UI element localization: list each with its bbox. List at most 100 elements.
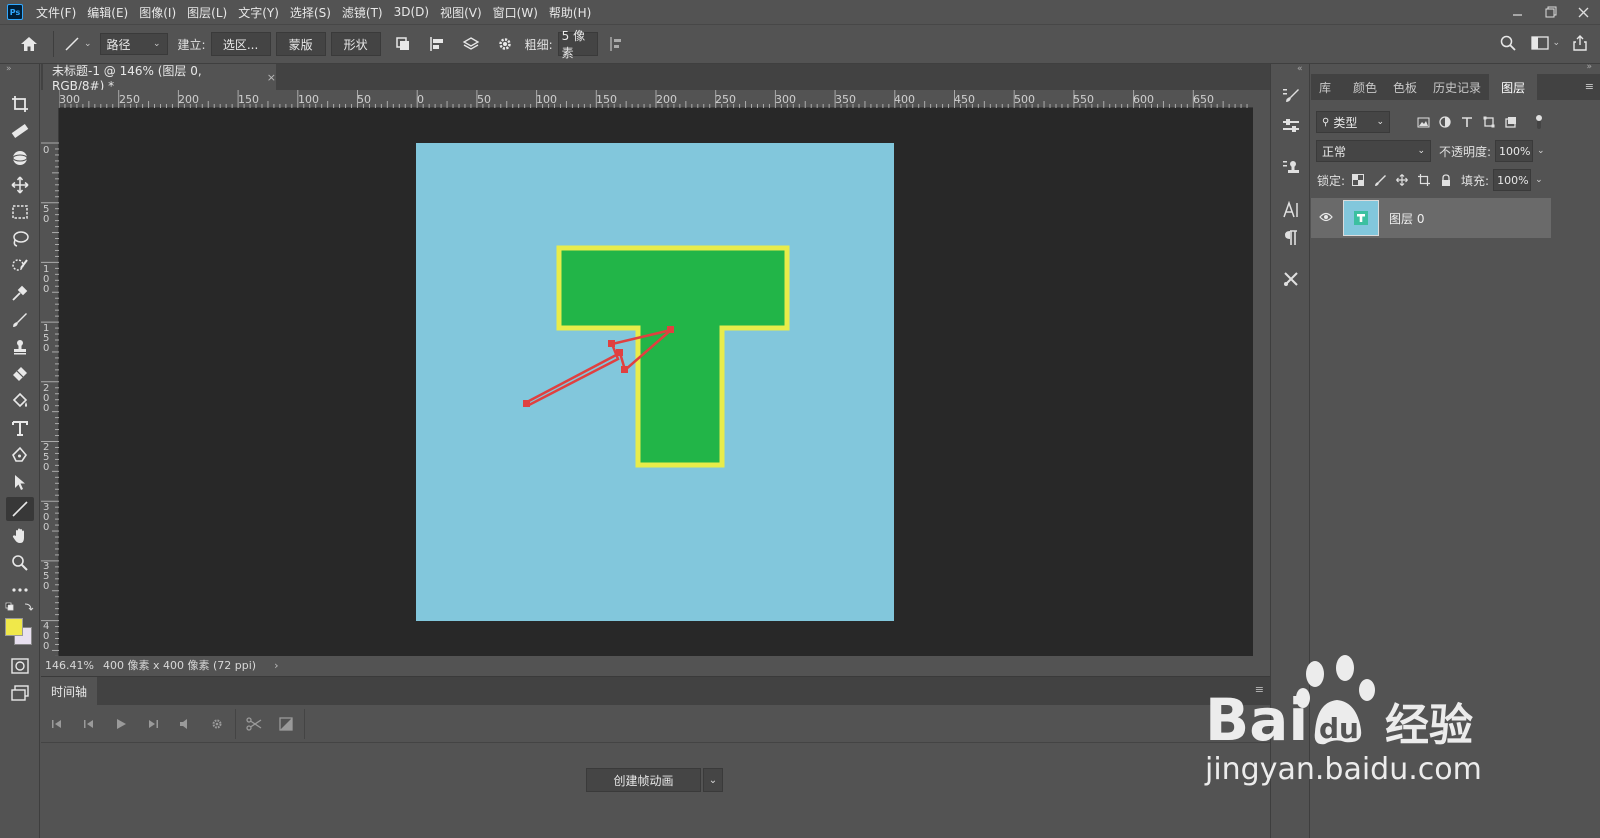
weight-input[interactable]: 5 像素 [557,29,598,60]
canvas-workspace[interactable] [59,108,1253,656]
make-mask-button[interactable]: 蒙版 [275,32,326,56]
home-button[interactable] [17,32,41,56]
next-frame-button[interactable] [137,709,169,739]
filter-type-button[interactable] [1456,111,1478,133]
collapse-icon[interactable]: » [1586,62,1592,72]
path-operations-button[interactable] [391,32,415,56]
line-tool[interactable] [6,497,34,521]
menu-view[interactable]: 视图(V) [440,4,482,21]
panel-menu-icon[interactable]: ≡ [1255,683,1264,696]
lock-pixels-button[interactable] [1369,169,1391,191]
path-selection-tool[interactable] [6,470,34,494]
fill-input[interactable]: 100% [1493,169,1532,191]
foreground-color-swatch[interactable] [5,618,23,636]
document-tab[interactable]: 未标题-1 @ 146% (图层 0, RGB/8#) * × [43,64,276,93]
collapse-icon[interactable]: « [1297,64,1303,74]
share-button[interactable] [1568,31,1592,55]
hand-tool[interactable] [6,524,34,548]
filter-toggle[interactable] [1528,111,1550,133]
settings-button[interactable] [493,32,517,56]
layer-filter-select[interactable]: ⚲ 类型 ⌄ [1316,111,1390,133]
quick-selection-tool[interactable] [6,254,34,278]
menu-filter[interactable]: 滤镜(T) [342,4,383,21]
make-selection-button[interactable]: 选区... [210,32,271,56]
screen-mode-button[interactable] [6,681,34,705]
zoom-tool[interactable] [6,551,34,575]
previous-frame-button[interactable] [73,709,105,739]
menu-layer[interactable]: 图层(L) [187,4,227,21]
blend-mode-select[interactable]: 正常 ⌄ [1316,140,1431,162]
vertical-scrollbar[interactable] [1253,90,1270,656]
restore-button[interactable] [1534,0,1567,24]
eraser-tool[interactable] [6,362,34,386]
line-tool-preset[interactable] [60,32,84,56]
tab-layers[interactable]: 图层 [1489,74,1538,100]
document-canvas[interactable] [416,143,894,621]
lock-transparent-button[interactable] [1347,169,1369,191]
more-tools-button[interactable] [6,578,34,602]
align-edges-button[interactable] [604,32,628,56]
layer-name[interactable]: 图层 0 [1389,210,1424,227]
opacity-input[interactable]: 100% [1495,140,1534,162]
tab-libraries[interactable]: 库 [1311,74,1339,100]
brush-settings-button[interactable] [1278,84,1304,108]
path-alignment-button[interactable] [425,32,449,56]
tool-presets-button[interactable] [1278,267,1304,291]
letter-t-shape[interactable] [556,245,790,468]
filter-shape-button[interactable] [1478,111,1500,133]
type-tool[interactable] [6,416,34,440]
make-shape-button[interactable]: 形状 [330,32,381,56]
menu-image[interactable]: 图像(I) [139,4,176,21]
chevron-right-icon[interactable]: › [274,659,278,672]
tab-swatches[interactable]: 色板 [1385,74,1425,100]
tab-color[interactable]: 颜色 [1345,74,1385,100]
character-button[interactable] [1278,198,1304,222]
create-frame-animation-button[interactable]: 创建帧动画 [586,768,701,792]
paint-bucket-tool[interactable] [6,389,34,413]
tool-mode-select[interactable]: 路径 ⌄ [99,33,168,55]
workspace-button[interactable] [1528,31,1552,55]
timeline-settings-button[interactable] [201,709,233,739]
create-animation-dropdown[interactable]: ⌄ [703,768,723,792]
search-button[interactable] [1496,31,1520,55]
marquee-tool[interactable] [6,200,34,224]
tab-timeline[interactable]: 时间轴 [41,677,98,705]
first-frame-button[interactable] [41,709,73,739]
minimize-button[interactable] [1501,0,1534,24]
path-arrangement-button[interactable] [459,32,483,56]
audio-button[interactable] [169,709,201,739]
menu-select[interactable]: 选择(S) [290,4,331,21]
eyedropper-tool[interactable] [6,281,34,305]
panel-menu-icon[interactable]: ≡ [1585,80,1594,93]
chevron-down-icon[interactable]: ⌄ [84,39,92,49]
visibility-toggle[interactable] [1319,211,1333,225]
filter-pixel-button[interactable] [1412,111,1434,133]
filter-smart-object-button[interactable] [1500,111,1522,133]
lock-artboard-button[interactable] [1413,169,1435,191]
brush-tool[interactable] [6,308,34,332]
stamp-tool[interactable] [6,335,34,359]
collapse-icon[interactable]: » [6,64,12,74]
chevron-down-icon[interactable]: ⌄ [1535,175,1543,185]
chevron-down-icon[interactable]: ⌄ [1537,146,1545,156]
lasso-tool[interactable] [6,227,34,251]
menu-file[interactable]: 文件(F) [36,4,76,21]
menu-window[interactable]: 窗口(W) [493,4,538,21]
quick-mask-button[interactable] [6,654,34,678]
filter-adjustment-button[interactable] [1434,111,1456,133]
paragraph-button[interactable] [1278,226,1304,250]
menu-type[interactable]: 文字(Y) [238,4,279,21]
ruler-tool[interactable] [6,119,34,143]
close-window-button[interactable] [1567,0,1600,24]
crop-tool[interactable] [6,92,34,116]
adjustments-button[interactable] [1278,114,1304,138]
transition-button[interactable] [270,709,302,739]
layer-thumbnail[interactable] [1343,200,1379,236]
menu-edit[interactable]: 编辑(E) [87,4,128,21]
play-button[interactable] [105,709,137,739]
chevron-down-icon[interactable]: ⌄ [1552,38,1560,48]
3d-tool[interactable] [6,146,34,170]
menu-help[interactable]: 帮助(H) [549,4,591,21]
pen-tool[interactable] [6,443,34,467]
tab-history[interactable]: 历史记录 [1425,74,1489,100]
